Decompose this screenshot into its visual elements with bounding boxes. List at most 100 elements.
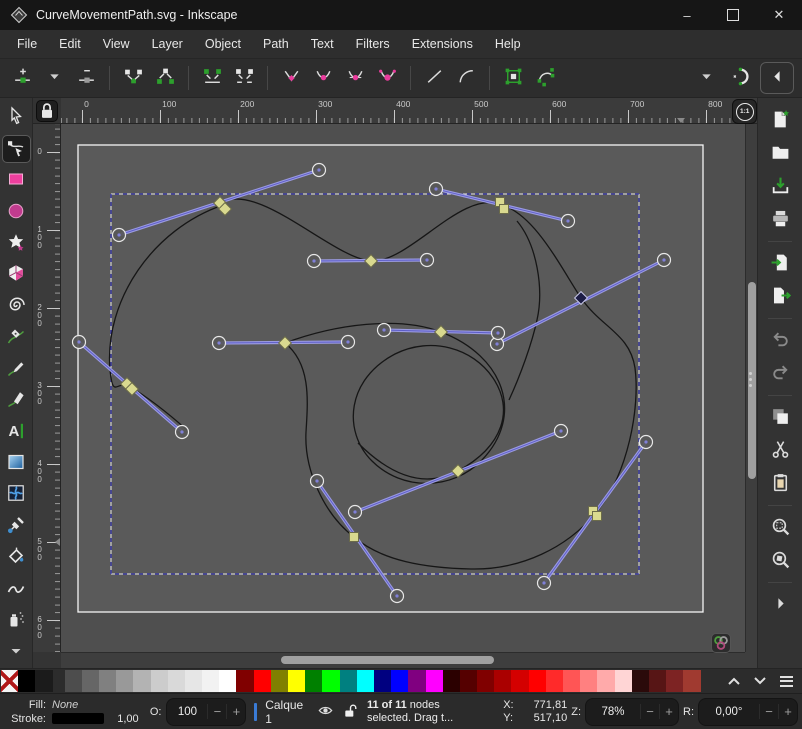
tool-rectangle[interactable]	[3, 167, 30, 194]
node-insert-button[interactable]	[6, 63, 38, 93]
menu-path[interactable]: Path	[252, 33, 300, 55]
palette-swatch[interactable]	[185, 670, 202, 692]
tool-selector[interactable]	[3, 104, 30, 131]
path-node-selected[interactable]	[499, 205, 508, 214]
tool-dropper[interactable]	[3, 513, 30, 540]
doc-open-button[interactable]	[764, 139, 796, 169]
tool-tweak[interactable]	[3, 576, 30, 603]
palette-swatch[interactable]	[580, 670, 597, 692]
tool-bucket[interactable]	[3, 545, 30, 572]
zoom-drawing-button[interactable]	[764, 546, 796, 576]
palette-swatch[interactable]	[219, 670, 236, 692]
palette-swatch[interactable]	[99, 670, 116, 692]
zoom-selection-button[interactable]	[764, 513, 796, 543]
palette-swatch[interactable]	[236, 670, 253, 692]
undo-button[interactable]	[764, 326, 796, 356]
palette-scroll-down-button[interactable]	[748, 670, 772, 692]
tool-box3d[interactable]	[3, 262, 30, 289]
palette-swatch[interactable]	[477, 670, 494, 692]
menu-layer[interactable]: Layer	[141, 33, 194, 55]
palette-swatch[interactable]	[632, 670, 649, 692]
object-to-path-button[interactable]	[497, 63, 529, 93]
tool-spray[interactable]	[3, 607, 30, 634]
horizontal-scrollbar-thumb[interactable]	[281, 656, 494, 664]
palette-swatch[interactable]	[683, 670, 700, 692]
palette-swatch[interactable]	[151, 670, 168, 692]
rotation-increase-button[interactable]: +	[778, 704, 797, 719]
opacity-value[interactable]: 100	[167, 706, 207, 718]
opacity-decrease-button[interactable]: −	[207, 704, 226, 719]
palette-swatch-none[interactable]	[1, 670, 18, 692]
nodes-join-button[interactable]	[117, 63, 149, 93]
palette-swatch[interactable]	[563, 670, 580, 692]
quick-zoom-button[interactable]: 1:1	[732, 99, 757, 124]
panel-grip-icon[interactable]	[749, 372, 752, 387]
tool-node-editor[interactable]	[3, 136, 30, 163]
horizontal-ruler[interactable]: 0100200300400500600700800	[61, 98, 745, 124]
palette-swatch[interactable]	[443, 670, 460, 692]
path-node-selected[interactable]	[349, 533, 358, 542]
zoom-value[interactable]: 78%	[586, 706, 640, 718]
palette-swatch[interactable]	[649, 670, 666, 692]
palette-swatch[interactable]	[357, 670, 374, 692]
palette-swatch[interactable]	[133, 670, 150, 692]
tool-pen[interactable]	[3, 324, 30, 351]
tool-calligraphy[interactable]	[3, 387, 30, 414]
menu-edit[interactable]: Edit	[48, 33, 92, 55]
node-auto-button[interactable]	[371, 63, 403, 93]
palette-swatch[interactable]	[426, 670, 443, 692]
tool-spiral[interactable]	[3, 293, 30, 320]
tool-mesh[interactable]	[3, 482, 30, 509]
opacity-increase-button[interactable]: +	[226, 704, 245, 719]
palette-scroll-up-button[interactable]	[722, 670, 746, 692]
rotation-spinner[interactable]: 0,00° − +	[698, 698, 798, 726]
segment-join-button[interactable]	[196, 63, 228, 93]
stroke-width-value[interactable]: 1,00	[117, 713, 146, 725]
vertical-scrollbar[interactable]	[745, 124, 757, 652]
color-management-button[interactable]	[711, 633, 731, 653]
cut-button[interactable]	[764, 436, 796, 466]
fill-value[interactable]: None	[52, 699, 111, 711]
palette-swatch[interactable]	[546, 670, 563, 692]
palette-swatch[interactable]	[322, 670, 339, 692]
tool-text[interactable]: A	[3, 419, 30, 446]
zoom-decrease-button[interactable]: −	[640, 704, 659, 719]
canvas-viewport[interactable]	[61, 124, 745, 652]
vertical-ruler[interactable]: 0100200300400500600	[33, 124, 61, 652]
close-button[interactable]: ✕	[756, 0, 802, 30]
guide-lock-button[interactable]	[36, 100, 58, 122]
layer-lock-toggle[interactable]	[342, 702, 359, 722]
maximize-button[interactable]	[710, 0, 756, 30]
palette-swatch[interactable]	[460, 670, 477, 692]
palette-swatch[interactable]	[116, 670, 133, 692]
layer-name[interactable]: Calque 1	[265, 698, 309, 726]
node-delete-button[interactable]	[70, 63, 102, 93]
palette-swatch[interactable]	[305, 670, 322, 692]
menu-extensions[interactable]: Extensions	[401, 33, 484, 55]
palette-swatch[interactable]	[597, 670, 614, 692]
palette-swatch[interactable]	[511, 670, 528, 692]
collapse-left-button[interactable]	[760, 62, 794, 94]
segment-delete-button[interactable]	[228, 63, 260, 93]
dropdown-caret-button[interactable]	[38, 63, 70, 93]
palette-swatch[interactable]	[271, 670, 288, 692]
menu-view[interactable]: View	[92, 33, 141, 55]
palette-swatch[interactable]	[374, 670, 391, 692]
snap-button[interactable]	[722, 63, 754, 93]
menu-file[interactable]: File	[6, 33, 48, 55]
doc-new-button[interactable]	[764, 106, 796, 136]
menu-object[interactable]: Object	[194, 33, 252, 55]
tool-gradient[interactable]	[3, 450, 30, 477]
menu-filters[interactable]: Filters	[345, 33, 401, 55]
palette-swatch[interactable]	[494, 670, 511, 692]
drawing-canvas[interactable]	[61, 124, 745, 652]
rotation-value[interactable]: 0,00°	[699, 706, 759, 718]
palette-swatch[interactable]	[666, 670, 683, 692]
opacity-spinner[interactable]: 100 − +	[166, 698, 246, 726]
doc-save-button[interactable]	[764, 172, 796, 202]
paste-button[interactable]	[764, 469, 796, 499]
palette-swatch[interactable]	[18, 670, 35, 692]
zoom-increase-button[interactable]: +	[659, 704, 678, 719]
menu-text[interactable]: Text	[300, 33, 345, 55]
redo-button[interactable]	[764, 359, 796, 389]
